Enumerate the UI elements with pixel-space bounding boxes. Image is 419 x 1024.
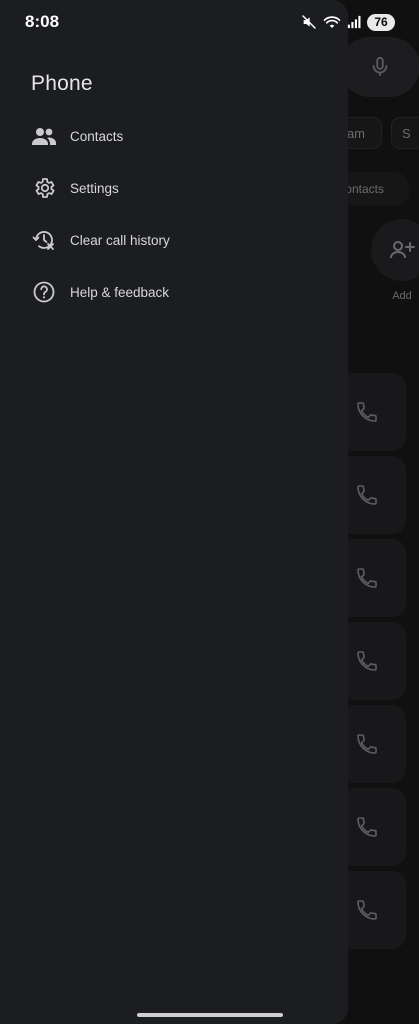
call-icon[interactable] (355, 815, 379, 839)
voice-search-button[interactable] (340, 37, 419, 97)
wifi-icon (323, 16, 341, 28)
contacts-icon (31, 123, 57, 149)
battery-indicator: 76 (367, 13, 395, 31)
home-indicator[interactable] (137, 1013, 283, 1017)
help-icon (31, 279, 57, 305)
menu-item-clear-call-history[interactable]: Clear call history (0, 218, 348, 262)
filter-chip-label: am (346, 125, 365, 141)
status-icons: 76 (301, 12, 395, 32)
signal-icon (347, 15, 361, 29)
menu-item-label: Contacts (70, 128, 124, 144)
drawer-title: Phone (31, 72, 93, 95)
call-icon[interactable] (355, 898, 379, 922)
add-person-icon (390, 241, 415, 259)
add-contact-button[interactable] (371, 219, 419, 281)
call-icon[interactable] (355, 732, 379, 756)
call-icon[interactable] (355, 566, 379, 590)
call-icon[interactable] (355, 649, 379, 673)
navigation-drawer: Phone Contacts Settings Clear call histo… (0, 0, 348, 1024)
menu-item-settings[interactable]: Settings (0, 166, 348, 210)
call-icon[interactable] (355, 483, 379, 507)
microphone-icon (372, 56, 388, 77)
add-contact-label: Add (392, 290, 412, 302)
menu-item-label: Settings (70, 180, 119, 196)
clear-history-icon (31, 227, 57, 253)
menu-item-label: Clear call history (70, 232, 170, 248)
mute-icon (302, 15, 316, 29)
menu-item-contacts[interactable]: Contacts (0, 114, 348, 158)
menu-item-help-feedback[interactable]: Help & feedback (0, 270, 348, 314)
call-icon[interactable] (355, 400, 379, 424)
status-time: 8:08 (25, 12, 60, 31)
contacts-chip-label: ontacts (345, 182, 384, 196)
filter-chip[interactable]: S (391, 117, 419, 149)
gear-icon (31, 175, 57, 201)
menu-item-label: Help & feedback (70, 284, 170, 300)
filter-chip-label: S (402, 125, 411, 141)
